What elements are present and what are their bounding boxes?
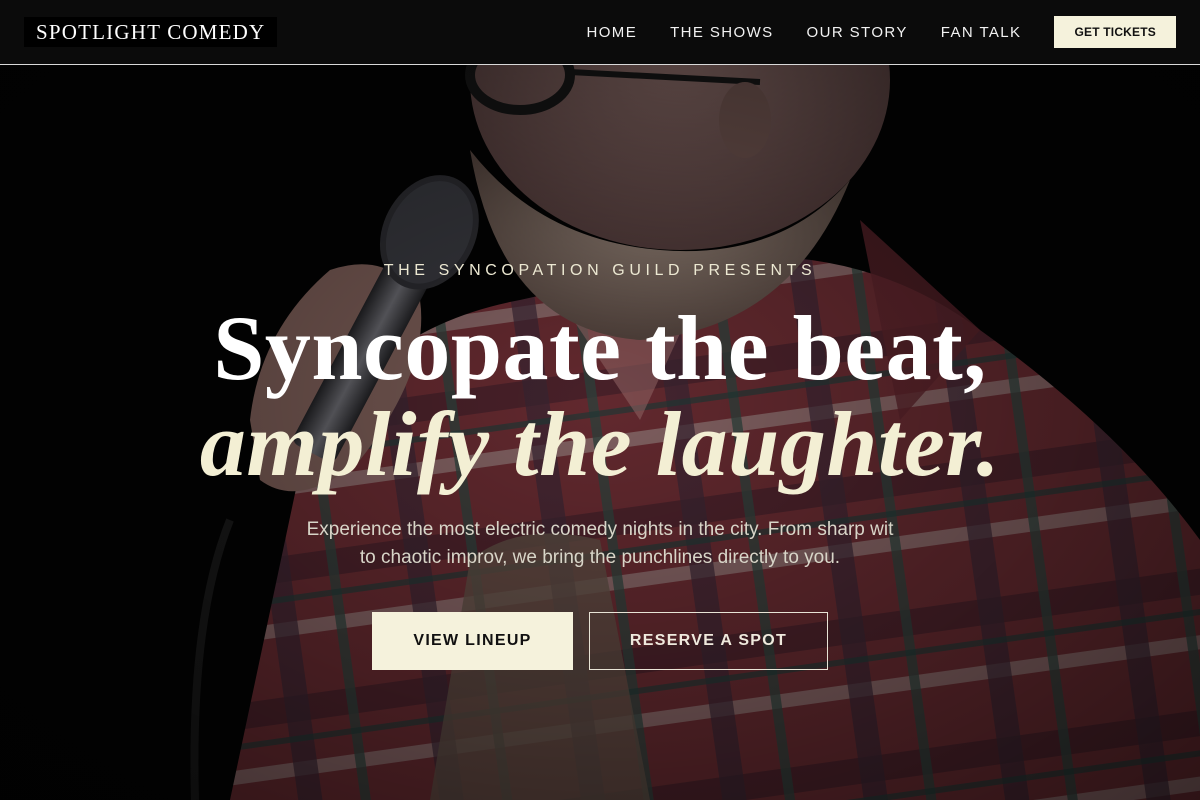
nav-link-fan-talk[interactable]: FAN TALK <box>941 24 1022 41</box>
nav-links: HOME THE SHOWS OUR STORY FAN TALK GET TI… <box>587 0 1176 64</box>
hero-subtext-line-1: Experience the most electric comedy nigh… <box>306 519 894 540</box>
get-tickets-button[interactable]: GET TICKETS <box>1054 16 1176 48</box>
nav-link-the-shows[interactable]: THE SHOWS <box>670 24 773 41</box>
top-navbar: SPOTLIGHT COMEDY HOME THE SHOWS OUR STOR… <box>0 0 1200 65</box>
nav-link-home[interactable]: HOME <box>587 24 638 41</box>
view-lineup-button[interactable]: VIEW LINEUP <box>372 612 573 670</box>
hero-subtext-line-2: to chaotic improv, we bring the punchlin… <box>359 547 841 568</box>
nav-link-our-story[interactable]: OUR STORY <box>807 24 908 41</box>
hero-subtext: Experience the most electric comedy nigh… <box>260 516 940 572</box>
hero-button-row: VIEW LINEUP RESERVE A SPOT <box>0 612 1200 670</box>
hero-eyebrow: THE SYNCOPATION GUILD PRESENTS <box>383 262 817 279</box>
reserve-a-spot-button[interactable]: RESERVE A SPOT <box>589 612 828 670</box>
hero-headline-line-1: Syncopate the beat, <box>213 297 987 399</box>
brand-logo[interactable]: SPOTLIGHT COMEDY <box>24 17 278 47</box>
hero-headline-line-2: amplify the laughter. <box>199 393 1001 495</box>
hero-content: THE SYNCOPATION GUILD PRESENTS Syncopate… <box>0 0 1200 800</box>
